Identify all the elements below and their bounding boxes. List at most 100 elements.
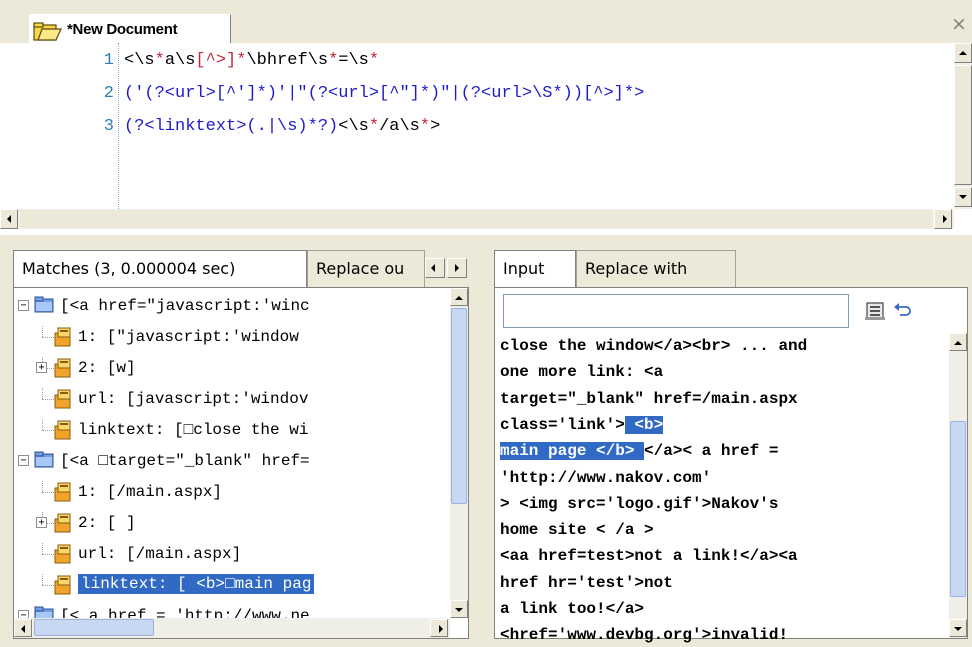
expand-icon[interactable]: + bbox=[36, 362, 47, 373]
input-text-line: home site < /a > bbox=[500, 517, 654, 543]
tree-vertical-scrollbar[interactable] bbox=[450, 288, 468, 618]
tree-scroll-left-button[interactable] bbox=[14, 619, 32, 637]
group-node[interactable]: +2: [ ] bbox=[14, 511, 444, 537]
group-icon bbox=[54, 420, 71, 440]
regex-line[interactable]: <\s*a\s[^>]*\bhref\s*=\s* bbox=[124, 51, 379, 70]
scroll-up-button[interactable] bbox=[954, 43, 972, 63]
tab-input-label: Input bbox=[503, 259, 545, 278]
group-node[interactable]: 1: ["javascript:'window bbox=[14, 325, 444, 351]
group-icon bbox=[54, 544, 71, 564]
input-text-segment: close the window</a><br> ... and bbox=[500, 337, 808, 355]
tree-connector bbox=[42, 418, 43, 430]
regex-token: * bbox=[154, 51, 165, 70]
match-folder-icon bbox=[34, 451, 54, 468]
undo-icon[interactable] bbox=[892, 302, 912, 320]
match-node[interactable]: − [<a href="javascript:'winc bbox=[14, 294, 444, 320]
editor-horizontal-scrollbar[interactable] bbox=[0, 209, 954, 229]
tree-node-label: linktext: [□close the wi bbox=[78, 421, 309, 439]
scroll-left-button[interactable] bbox=[0, 209, 18, 229]
regex-token: * bbox=[328, 51, 339, 70]
group-node[interactable]: linktext: [□close the wi bbox=[14, 418, 444, 444]
input-search-field[interactable] bbox=[503, 294, 849, 328]
collapse-icon[interactable]: − bbox=[18, 300, 29, 311]
input-text-line: <aa href=test>not a link!</a><a bbox=[500, 543, 798, 569]
regex-token: ('(?<url>[^']*)'|"(?<url>[^"]*)"|(?<url>… bbox=[124, 84, 645, 103]
group-node[interactable]: url: [javascript:'windov bbox=[14, 387, 444, 413]
tree-connector bbox=[42, 573, 43, 585]
horizontal-splitter[interactable] bbox=[0, 235, 972, 245]
scroll-right-button[interactable] bbox=[934, 209, 952, 229]
group-node[interactable]: url: [/main.aspx] bbox=[14, 542, 444, 568]
tree-node-label: 2: [w] bbox=[78, 359, 136, 377]
regex-editor[interactable]: 1 <\s*a\s[^>]*\bhref\s*=\s* 2 ('(?<url>[^']… bbox=[0, 43, 972, 235]
input-text-segment: 'http://www.nakov.com' bbox=[500, 468, 712, 487]
tree-scroll-thumb[interactable] bbox=[451, 308, 467, 504]
input-text-segment: target="_blank" href=/main.aspx bbox=[500, 389, 798, 408]
tree-horizontal-scrollbar[interactable] bbox=[14, 618, 450, 638]
scroll-thumb[interactable] bbox=[954, 65, 972, 185]
tab-scroll-left-button[interactable] bbox=[425, 258, 445, 278]
line-number: 1 bbox=[103, 51, 114, 70]
input-scroll-up-button[interactable] bbox=[949, 333, 967, 351]
group-icon bbox=[54, 358, 71, 378]
tab-input[interactable]: Input bbox=[494, 250, 576, 287]
tab-replace-with[interactable]: Replace with bbox=[576, 250, 736, 287]
collapse-icon[interactable]: − bbox=[18, 610, 29, 618]
tree-node-label: linktext: [ <b>□main pag bbox=[78, 574, 315, 594]
tree-h-scroll-thumb[interactable] bbox=[34, 619, 154, 636]
input-text-segment: a link too!</a> bbox=[500, 600, 645, 618]
expand-icon[interactable]: + bbox=[36, 517, 47, 528]
tab-matches[interactable]: Matches (3, 0.000004 sec) bbox=[13, 250, 307, 287]
input-text-line: class='link'> <b> bbox=[500, 412, 664, 438]
regex-token: \bhref\s bbox=[246, 51, 329, 70]
h-scroll-thumb[interactable] bbox=[20, 210, 932, 228]
input-text-line: <href='www.devbg.org'>invalid! bbox=[500, 622, 788, 647]
group-node[interactable]: +2: [w] bbox=[14, 356, 444, 382]
match-node[interactable]: − [<a □target="_blank" href= bbox=[14, 449, 444, 475]
input-text-segment: > <img src='logo.gif'>Nakov's bbox=[500, 494, 779, 513]
regex-token: <\s bbox=[124, 51, 155, 70]
tree-node-label: url: [/main.aspx] bbox=[78, 545, 242, 563]
tree-node-label: [<a href="javascript:'winc bbox=[60, 297, 310, 315]
scroll-down-button[interactable] bbox=[954, 187, 972, 207]
input-text-segment: <href='www.devbg.org'>invalid! bbox=[500, 626, 789, 645]
tree-scroll-down-button[interactable] bbox=[450, 600, 468, 618]
collapse-icon[interactable]: − bbox=[18, 455, 29, 466]
tree-connector bbox=[42, 480, 43, 492]
tree-connector bbox=[42, 325, 43, 337]
regex-token: * bbox=[368, 51, 380, 70]
close-document-button[interactable]: × bbox=[948, 13, 970, 35]
input-text-line: 'http://www.nakov.com' bbox=[500, 465, 711, 491]
match-node[interactable]: − [< a href = 'http://www.ne bbox=[14, 604, 444, 618]
line-number: 2 bbox=[103, 84, 114, 103]
input-text-line: main page </b> </a>< a href = bbox=[500, 438, 778, 464]
input-text-segment: one more link: <a bbox=[500, 363, 664, 382]
editor-vertical-scrollbar[interactable] bbox=[954, 43, 972, 209]
group-node[interactable]: linktext: [ <b>□main pag bbox=[14, 573, 444, 599]
input-text-segment: home site < /a > bbox=[500, 521, 654, 540]
match-folder-icon bbox=[34, 606, 54, 618]
regex-line[interactable]: (?<linktext>(.|\s)*?)<\s*/a\s*> bbox=[124, 117, 440, 136]
regex-line[interactable]: ('(?<url>[^']*)'|"(?<url>[^"]*)"|(?<url>… bbox=[124, 84, 644, 103]
input-vertical-scrollbar[interactable] bbox=[949, 333, 967, 638]
line-number: 3 bbox=[103, 117, 114, 136]
input-text-segment: </a>< a href = bbox=[644, 442, 779, 461]
input-text-line: href hr='test'>not bbox=[500, 570, 673, 596]
tab-matches-label: Matches (3, 0.000004 sec) bbox=[22, 259, 236, 278]
tree-scroll-right-button[interactable] bbox=[430, 619, 448, 637]
tab-replace-output[interactable]: Replace ou bbox=[307, 250, 425, 287]
input-scroll-thumb[interactable] bbox=[950, 421, 966, 597]
group-node[interactable]: 1: [/main.aspx] bbox=[14, 480, 444, 506]
input-scroll-down-button[interactable] bbox=[949, 619, 967, 637]
tab-scroll-right-button[interactable] bbox=[447, 258, 467, 278]
tree-scroll-up-button[interactable] bbox=[450, 288, 468, 306]
matches-tree[interactable]: − [<a href="javascript:'winc 1: ["javascri… bbox=[13, 287, 469, 639]
group-icon bbox=[54, 513, 71, 533]
tree-connector bbox=[42, 387, 43, 399]
group-icon bbox=[54, 327, 71, 347]
clipboard-icon[interactable] bbox=[864, 300, 886, 322]
folder-document-icon bbox=[33, 22, 62, 41]
document-tab[interactable]: *New Document bbox=[29, 14, 231, 43]
regex-token: <\s bbox=[338, 117, 369, 136]
tree-node-label: [< a href = 'http://www.ne bbox=[60, 607, 310, 618]
